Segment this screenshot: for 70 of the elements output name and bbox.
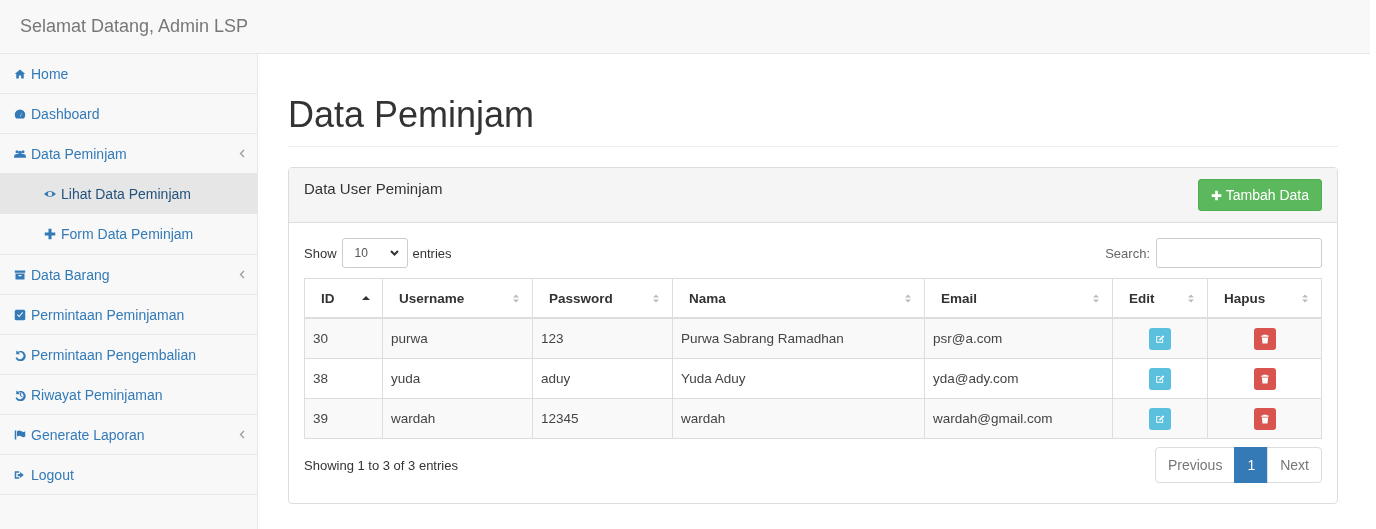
search-field[interactable]	[1156, 238, 1322, 268]
navbar-brand[interactable]: Selamat Datang, Admin LSP	[20, 16, 249, 37]
table-cell: wardah	[382, 398, 533, 439]
history-icon	[14, 388, 26, 401]
chevron-icon	[239, 430, 245, 439]
sidebar-item[interactable]: Form Data Peminjam	[0, 214, 257, 254]
sort-icon	[904, 292, 912, 304]
chevron-icon	[239, 270, 245, 279]
table-cell: 38	[304, 358, 383, 399]
table-cell: yuda	[382, 358, 533, 399]
edit-icon	[1155, 413, 1165, 424]
sidebar-item[interactable]: Permintaan Pengembalian	[0, 335, 257, 375]
delete-button[interactable]	[1253, 327, 1276, 350]
sort-icon	[1301, 292, 1309, 304]
logout-icon	[14, 468, 26, 481]
sort-icon	[652, 292, 660, 304]
delete-button[interactable]	[1253, 407, 1276, 430]
undo-icon	[14, 348, 26, 361]
table-cell: wardah@gmail.com	[924, 398, 1113, 439]
table-cell: 39	[304, 398, 383, 439]
panel-title: Data User Peminjam	[304, 180, 443, 197]
sort-icon	[1187, 292, 1195, 304]
sidebar-item[interactable]: Generate Laporan	[0, 415, 257, 455]
chevron-icon	[239, 149, 245, 158]
eye-icon	[44, 188, 56, 200]
sidebar-item[interactable]: Data Barang	[0, 255, 257, 295]
edit-button[interactable]	[1149, 407, 1171, 430]
sidebar-item[interactable]: Logout	[0, 455, 257, 495]
table-cell: 123	[532, 318, 673, 359]
table-cell: 30	[304, 318, 383, 359]
table-cell: wardah	[672, 398, 925, 439]
add-button[interactable]: Tambah Data	[1197, 179, 1322, 211]
trash-icon	[1259, 373, 1270, 384]
edit-button[interactable]	[1149, 367, 1171, 390]
gauge-icon	[14, 107, 26, 120]
check-icon	[14, 308, 26, 321]
table-cell: Yuda Aduy	[672, 358, 925, 399]
plus-icon	[1210, 189, 1222, 201]
sidebar-item[interactable]: Lihat Data Peminjam	[0, 174, 257, 214]
edit-button[interactable]	[1149, 327, 1171, 350]
sidebar-item[interactable]: Home	[0, 54, 257, 94]
delete-button[interactable]	[1253, 367, 1276, 390]
search-label: Search:	[1105, 245, 1150, 261]
entries-dropdown[interactable]: 10	[341, 238, 408, 268]
edit-icon	[1155, 333, 1165, 344]
table-cell: aduy	[532, 358, 673, 399]
sidebar-item[interactable]: Riwayat Peminjaman	[0, 375, 257, 415]
sort-icon	[512, 292, 520, 304]
table-cell: Purwa Sabrang Ramadhan	[672, 318, 925, 359]
trash-icon	[1259, 413, 1270, 424]
archive-icon	[14, 268, 26, 281]
users-icon	[14, 147, 26, 160]
pagination-button[interactable]: 1	[1234, 447, 1269, 483]
entries-label: entries	[412, 245, 452, 261]
show-label: Show	[304, 245, 337, 261]
table-cell: 12345	[532, 398, 673, 439]
home-icon	[14, 67, 26, 80]
table-cell: yda@ady.com	[924, 358, 1113, 399]
trash-icon	[1259, 333, 1270, 344]
plus-icon	[44, 228, 56, 240]
sidebar-item[interactable]: Dashboard	[0, 94, 257, 134]
table-info: Showing 1 to 3 of 3 entries	[304, 457, 458, 473]
page-title: Data Peminjam	[288, 94, 1338, 147]
table-cell: purwa	[382, 318, 533, 359]
flag-icon	[14, 428, 26, 441]
sidebar-item[interactable]: Permintaan Peminjaman	[0, 295, 257, 335]
edit-icon	[1155, 373, 1165, 384]
table-cell: psr@a.com	[924, 318, 1113, 359]
chevron-icon	[389, 250, 399, 256]
sort-icon	[1092, 292, 1100, 304]
